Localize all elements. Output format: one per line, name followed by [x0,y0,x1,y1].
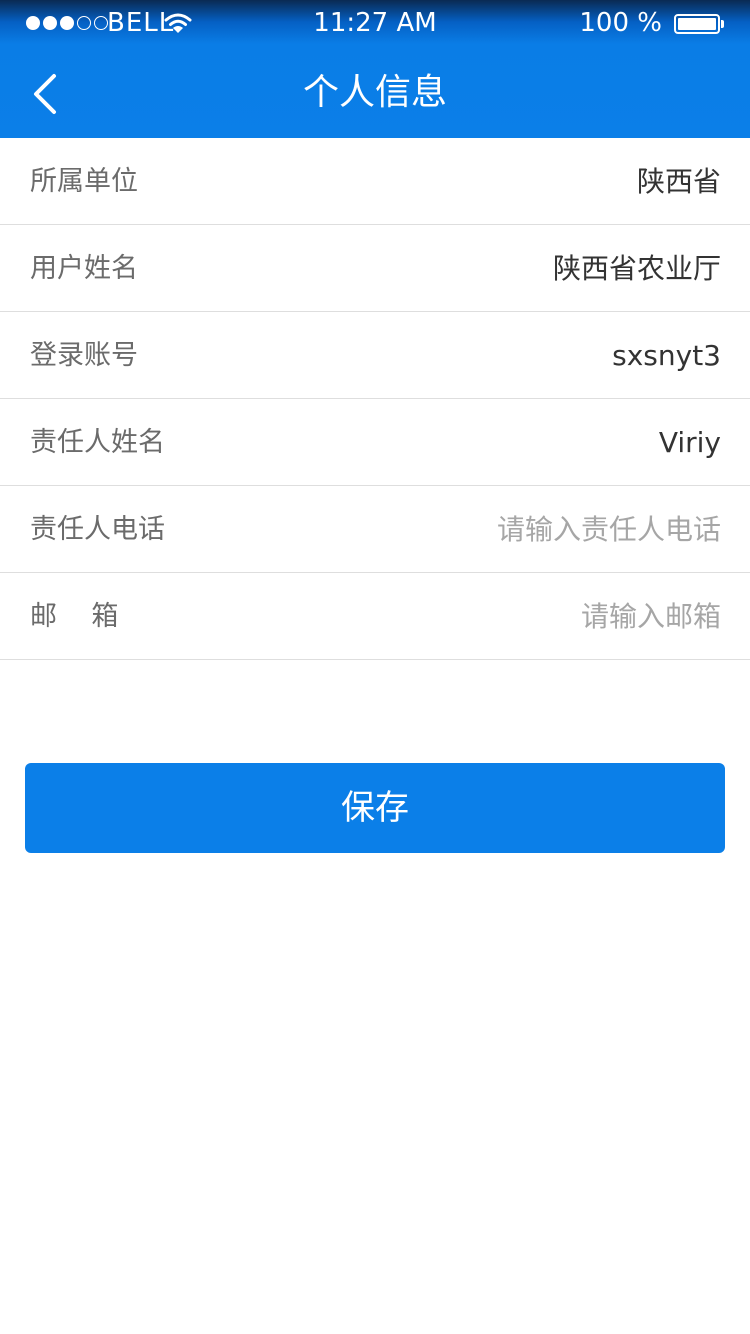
user-name-label: 用户姓名 [30,253,138,284]
contact-phone-input[interactable] [301,486,721,573]
email-label: 邮 箱 [30,601,119,632]
email-input[interactable] [301,573,721,660]
app-header: BELL 11:27 AM 100 % 个人信息 [0,0,750,138]
email-row[interactable]: 邮 箱 [0,573,750,660]
contact-name-value[interactable]: Viriy [659,399,721,486]
page-title: 个人信息 [302,72,447,113]
contact-phone-label: 责任人电话 [30,514,165,545]
account-label: 登录账号 [30,340,138,371]
status-bar: BELL 11:27 AM 100 % [0,0,750,46]
contact-name-row[interactable]: 责任人姓名 Viriy [0,399,750,486]
account-value: sxsnyt3 [612,339,721,372]
user-name-row: 用户姓名 陕西省农业厅 [0,225,750,312]
contact-phone-row[interactable]: 责任人电话 [0,486,750,573]
account-row: 登录账号 sxsnyt3 [0,312,750,399]
battery-percentage: 100 % [579,8,662,38]
contact-name-label: 责任人姓名 [30,427,165,458]
battery-cap [721,20,724,28]
user-name-value: 陕西省农业厅 [552,252,721,285]
unit-value: 陕西省 [636,165,721,198]
battery-icon [674,14,720,34]
profile-form: 所属单位 陕西省 用户姓名 陕西省农业厅 登录账号 sxsnyt3 责任人姓名 … [0,138,750,660]
unit-label: 所属单位 [30,166,138,197]
unit-row: 所属单位 陕西省 [0,138,750,225]
save-button[interactable]: 保存 [25,763,725,853]
